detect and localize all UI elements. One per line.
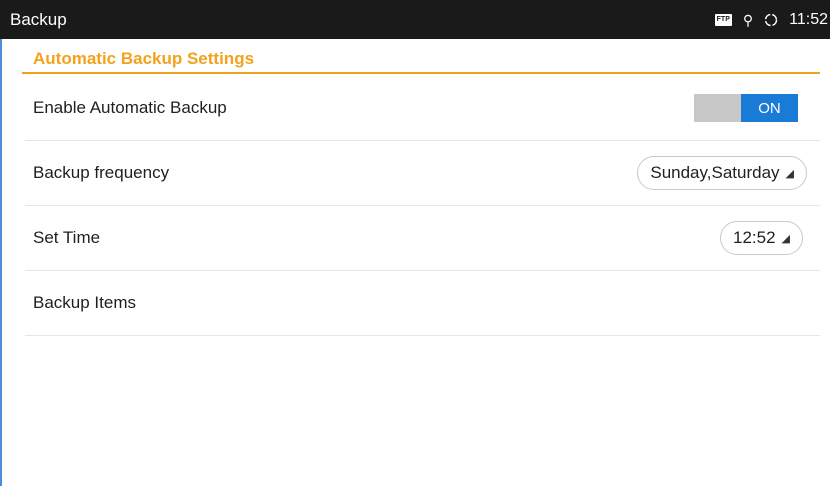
backup-frequency-label: Backup frequency <box>33 163 170 182</box>
enable-backup-row[interactable]: Enable Automatic Backup ON <box>25 76 820 141</box>
set-time-value: 12:52 <box>732 228 776 247</box>
status-bar: Backup FTP ⚲ 11:52 <box>0 0 830 39</box>
caret-down-icon: ◢ <box>785 167 794 180</box>
enable-backup-toggle[interactable]: ON <box>694 94 798 122</box>
toggle-on-label: ON <box>741 94 798 122</box>
caret-down-icon: ◢ <box>781 232 790 245</box>
backup-frequency-dropdown[interactable]: Sunday,Saturday ◢ <box>637 156 807 190</box>
section-header: Automatic Backup Settings <box>22 46 820 74</box>
usb-icon: ⚲ <box>742 11 754 28</box>
window-left-edge <box>0 0 2 486</box>
enable-backup-label: Enable Automatic Backup <box>33 98 227 117</box>
set-time-dropdown[interactable]: 12:52 ◢ <box>719 221 803 255</box>
app-title: Backup <box>10 9 67 29</box>
backup-items-label: Backup Items <box>33 293 136 312</box>
backup-frequency-row[interactable]: Backup frequency Sunday,Saturday ◢ <box>25 141 820 206</box>
sync-icon <box>764 13 778 26</box>
backup-items-row[interactable]: Backup Items <box>25 271 820 336</box>
set-time-row[interactable]: Set Time 12:52 ◢ <box>25 206 820 271</box>
backup-frequency-value: Sunday,Saturday <box>650 163 780 182</box>
set-time-label: Set Time <box>33 228 101 247</box>
ftp-icon: FTP <box>714 13 732 26</box>
status-icons: FTP ⚲ 11:52 <box>714 10 830 29</box>
status-clock: 11:52 <box>789 10 828 28</box>
toggle-off-segment <box>694 94 741 122</box>
